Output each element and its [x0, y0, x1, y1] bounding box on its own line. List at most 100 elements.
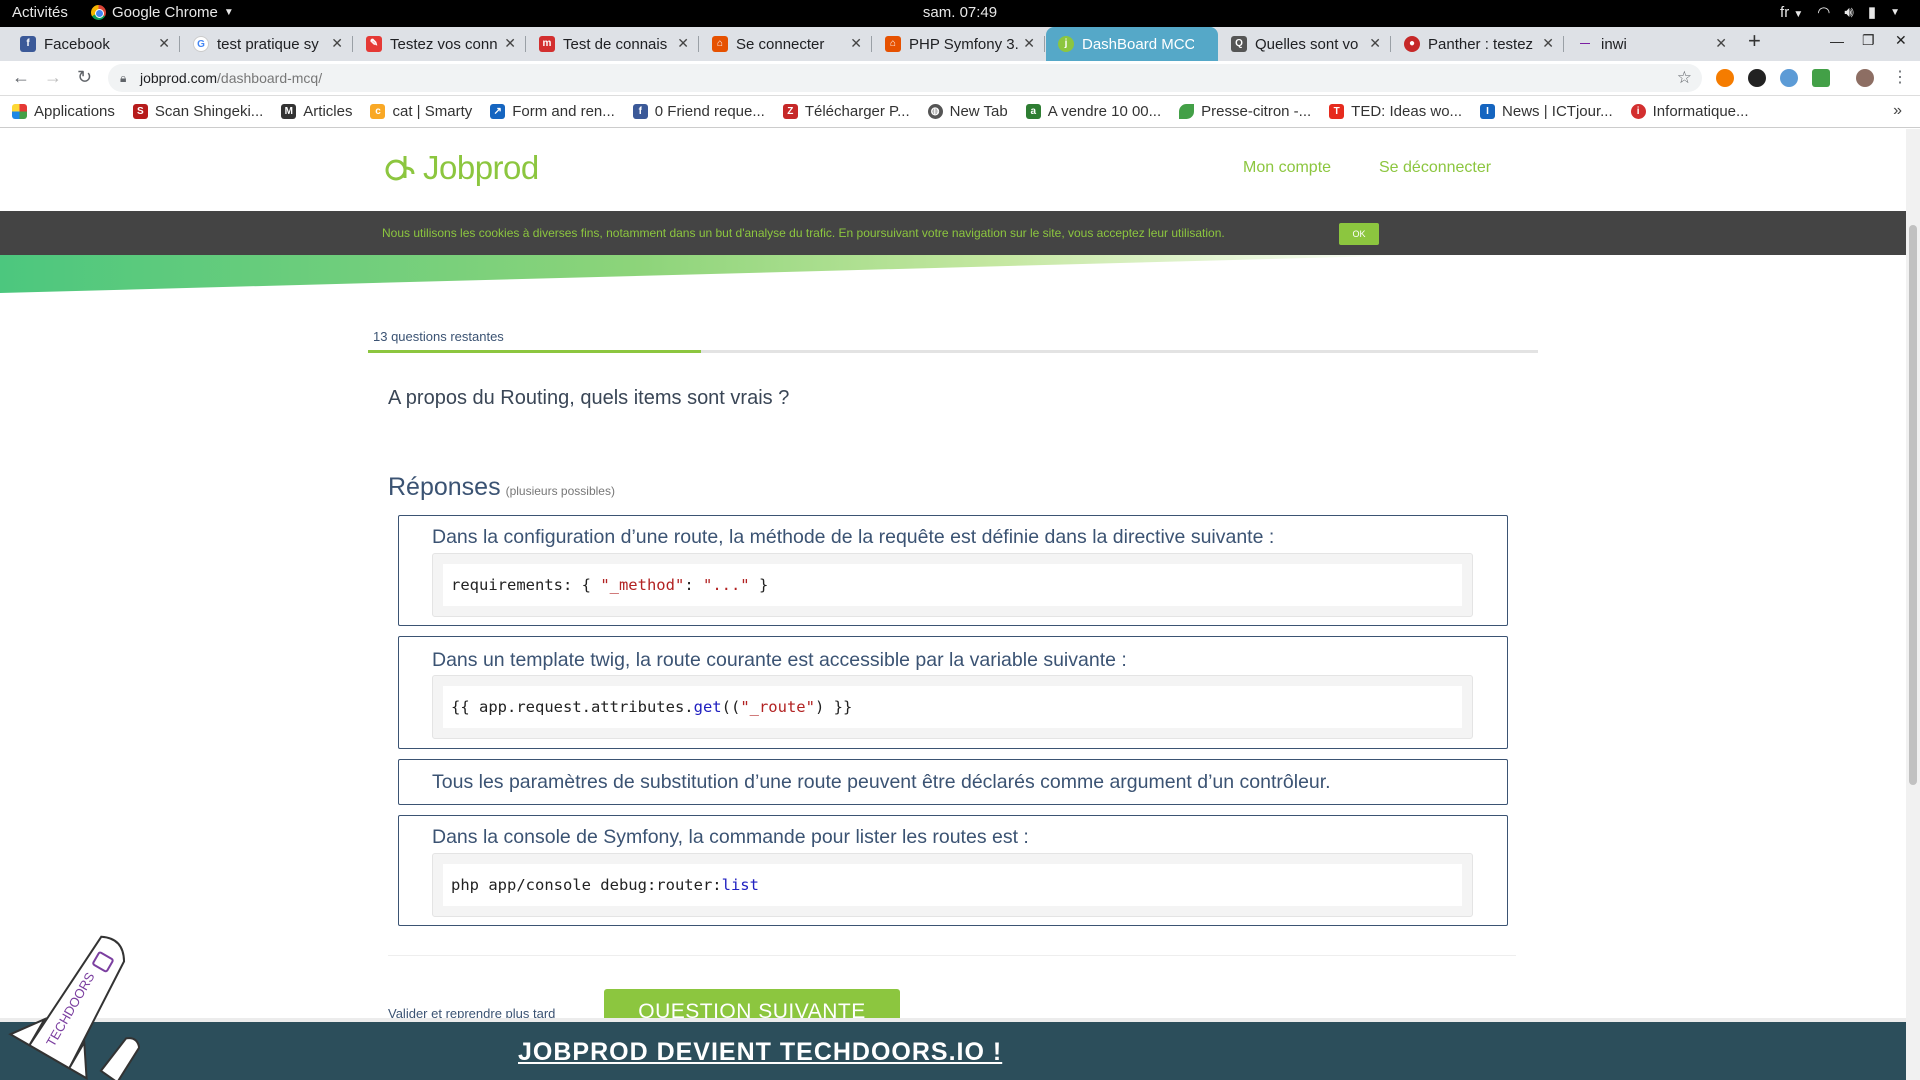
address-bar[interactable]: 🔒︎ jobprod.com/dashboard-mcq/ ☆ [108, 64, 1702, 92]
site-favicon-icon: i [1630, 104, 1646, 119]
back-button[interactable]: ← [12, 67, 30, 88]
activities-button[interactable]: Activités [12, 4, 68, 21]
url-path: /dashboard-mcq/ [217, 70, 323, 86]
answer-text: Dans un template twig, la route courante… [432, 649, 1127, 671]
extension-icon[interactable] [1716, 69, 1734, 87]
site-favicon-icon: M [281, 104, 297, 119]
menu-kebab-icon[interactable]: ⋮ [1892, 67, 1908, 87]
close-icon[interactable]: ✕ [504, 35, 516, 52]
close-icon[interactable]: ✕ [158, 35, 170, 52]
tab-title: Panther : testez [1428, 35, 1534, 53]
minimize-button[interactable]: — [1830, 33, 1844, 49]
site-favicon-icon: ↗ [490, 104, 506, 119]
bookmark-applications[interactable]: Applications [12, 103, 115, 120]
system-top-bar: Activités Google Chrome ▼ sam. 07:49 fr … [0, 0, 1920, 27]
new-tab-button[interactable]: + [1748, 28, 1761, 54]
cookie-ok-button[interactable]: OK [1339, 223, 1379, 245]
code-token: ) }} [814, 698, 853, 716]
tab-testez-vos-connaissances[interactable]: ✎ Testez vos conn ✕ [354, 27, 526, 61]
bookmark-label: Télécharger P... [804, 103, 910, 120]
my-account-link[interactable]: Mon compte [1243, 159, 1331, 177]
answer-option-3[interactable]: Tous les paramètres de substitution d’un… [398, 759, 1508, 805]
answer-option-1[interactable]: Dans la configuration d’une route, la mé… [398, 515, 1508, 626]
bookmark-item[interactable]: T TED: Ideas wo... [1329, 103, 1462, 120]
bookmark-item[interactable]: a A vendre 10 00... [1025, 103, 1161, 120]
bookmark-item[interactable]: c cat | Smarty [370, 103, 472, 120]
tab-php-symfony[interactable]: ⌂ PHP Symfony 3. ✕ [873, 27, 1045, 61]
bookmark-label: Scan Shingeki... [154, 103, 264, 120]
techdoors-banner[interactable]: JOBPROD DEVIENT TECHDOORS.IO ! [0, 1018, 1906, 1080]
bookmark-item[interactable]: i Informatique... [1630, 103, 1749, 120]
bookmark-label: New Tab [949, 103, 1008, 120]
tab-test-de-connaissances[interactable]: m Test de connais ✕ [527, 27, 699, 61]
banner-text[interactable]: JOBPROD DEVIENT TECHDOORS.IO ! [518, 1038, 1002, 1067]
site-favicon-icon: c [370, 104, 386, 119]
bookmark-item[interactable]: M Articles [281, 103, 352, 120]
system-tray[interactable]: fr ▼ ◠ 🔊︎ ▮ ▼ [1780, 3, 1900, 22]
google-icon: G [193, 36, 209, 52]
bookmark-item[interactable]: I News | ICTjour... [1480, 103, 1613, 120]
logout-link[interactable]: Se déconnecter [1379, 159, 1491, 177]
reload-button[interactable]: ↻ [77, 67, 92, 88]
bookmark-label: cat | Smarty [392, 103, 473, 120]
site-favicon-icon: Q [1231, 36, 1247, 52]
facebook-icon: f [20, 36, 36, 52]
browser-toolbar: ← → ↻ 🔒︎ jobprod.com/dashboard-mcq/ ☆ ⋮ [0, 61, 1920, 96]
code-token: requirements: { [451, 576, 601, 594]
tab-title: Quelles sont vo [1255, 35, 1359, 53]
decorative-green-band [0, 255, 1420, 293]
profile-avatar[interactable] [1856, 69, 1874, 87]
close-icon[interactable]: ✕ [1542, 35, 1554, 52]
jobprod-logo[interactable]: Jobprod [383, 149, 539, 187]
page-scrollbar[interactable] [1906, 129, 1920, 1080]
divider [388, 955, 1516, 956]
language-indicator[interactable]: fr ▼ [1780, 4, 1803, 21]
tab-inwi[interactable]: — inwi ✕ [1565, 27, 1737, 61]
bookmark-item[interactable]: Presse-citron -... [1179, 103, 1311, 120]
quiz-progress-fill [368, 350, 702, 353]
bookmark-item[interactable]: ◍ New Tab [927, 103, 1008, 120]
close-window-button[interactable]: ✕ [1895, 32, 1907, 49]
close-icon[interactable]: ✕ [331, 35, 343, 52]
site-favicon-icon: m [539, 36, 555, 52]
bookmark-item[interactable]: f 0 Friend reque... [632, 103, 765, 120]
volume-icon: 🔊︎ [1844, 3, 1854, 21]
jobprod-logo-icon [385, 156, 415, 181]
forward-button[interactable]: → [44, 67, 62, 88]
bookmark-star-icon[interactable]: ☆ [1677, 68, 1692, 88]
tab-quelles-sont[interactable]: Q Quelles sont vo ✕ [1219, 27, 1391, 61]
tab-google-search[interactable]: G test pratique sy ✕ [181, 27, 353, 61]
cookie-notice: Nous utilisons les cookies à diverses fi… [0, 211, 1906, 255]
tab-panther[interactable]: ● Panther : testez ✕ [1392, 27, 1564, 61]
extension-icon[interactable] [1780, 69, 1798, 87]
bookmarks-overflow-icon[interactable]: » [1893, 102, 1902, 120]
tab-dashboard-mcq[interactable]: j DashBoard MCC [1046, 27, 1218, 61]
scrollbar-thumb[interactable] [1909, 225, 1917, 785]
maximize-button[interactable]: ❐ [1862, 32, 1875, 49]
bookmark-label: Informatique... [1652, 103, 1749, 120]
close-icon[interactable]: ✕ [1715, 35, 1727, 52]
tab-facebook[interactable]: f Facebook ✕ [8, 27, 180, 61]
extension-icon[interactable] [1748, 69, 1766, 87]
extension-icon[interactable] [1812, 69, 1830, 87]
bookmark-label: Presse-citron -... [1201, 103, 1312, 120]
answer-option-2[interactable]: Dans un template twig, la route courante… [398, 636, 1508, 749]
system-clock[interactable]: sam. 07:49 [0, 4, 1920, 21]
bookmark-item[interactable]: Z Télécharger P... [782, 103, 910, 120]
code-token: (( [721, 698, 741, 716]
close-icon[interactable]: ✕ [850, 35, 862, 52]
bookmark-item[interactable]: ↗ Form and ren... [490, 103, 615, 120]
quiz-progress-bar [368, 350, 1538, 353]
close-icon[interactable]: ✕ [677, 35, 689, 52]
answer-option-4[interactable]: Dans la console de Symfony, la commande … [398, 815, 1508, 926]
close-icon[interactable]: ✕ [1023, 35, 1035, 52]
close-icon[interactable]: ✕ [1369, 35, 1381, 52]
tab-se-connecter[interactable]: ⌂ Se connecter ✕ [700, 27, 872, 61]
chevron-down-icon: ▼ [1793, 8, 1804, 20]
app-menu[interactable]: Google Chrome ▼ [91, 4, 234, 21]
bookmark-label: 0 Friend reque... [654, 103, 765, 120]
chrome-icon [91, 5, 106, 20]
bookmark-item[interactable]: S Scan Shingeki... [132, 103, 264, 120]
code-block: requirements: { "_method": "..." } [432, 553, 1473, 617]
bookmark-label: Form and ren... [512, 103, 615, 120]
